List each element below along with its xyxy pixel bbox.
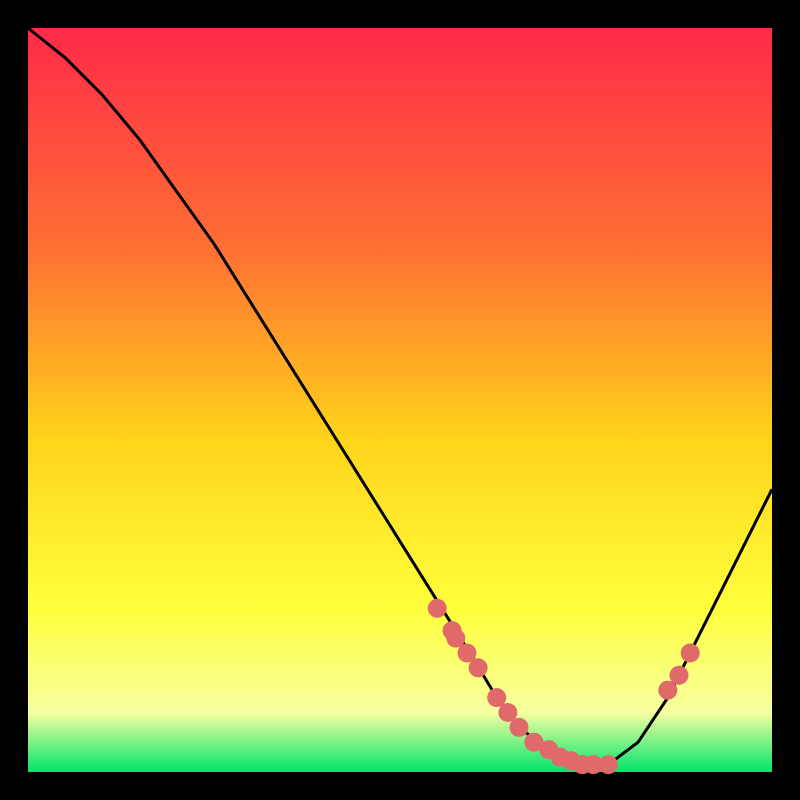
sample-point <box>510 718 529 737</box>
bottleneck-chart <box>0 0 800 800</box>
sample-point <box>670 666 689 685</box>
sample-point <box>681 644 700 663</box>
sample-point <box>599 755 618 774</box>
sample-point <box>469 658 488 677</box>
sample-point <box>428 599 447 618</box>
